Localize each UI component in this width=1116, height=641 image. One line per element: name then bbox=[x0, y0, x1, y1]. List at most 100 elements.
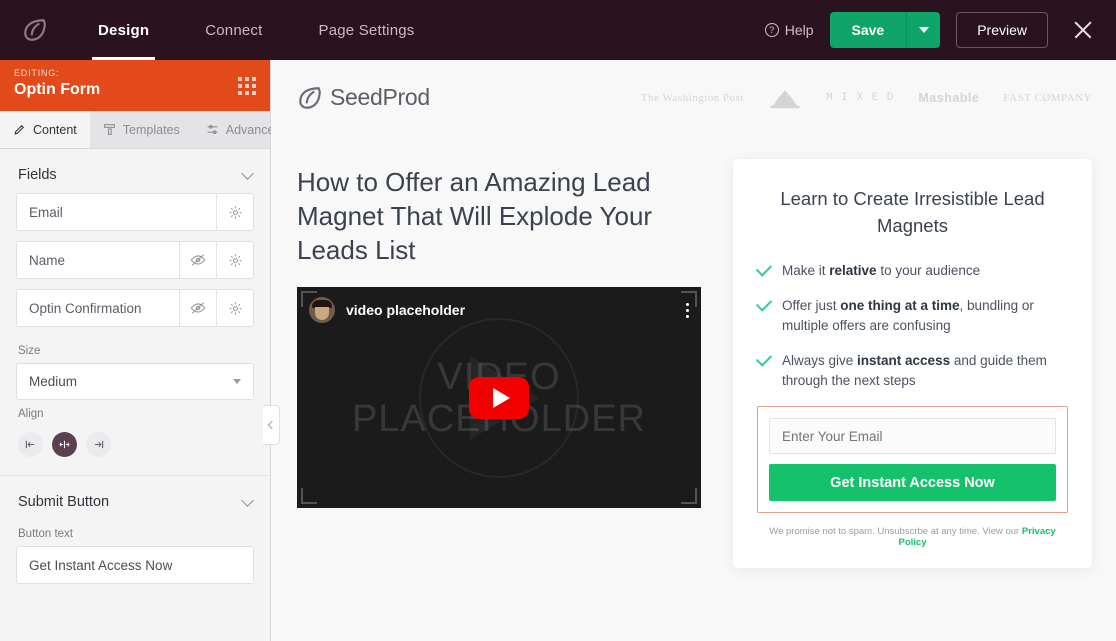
seedprod-leaf-icon bbox=[299, 86, 321, 109]
video-corner-marker bbox=[301, 291, 317, 307]
question-circle-icon: ? bbox=[764, 23, 779, 37]
submit-button-section-title: Submit Button bbox=[18, 494, 110, 510]
field-settings-button-email[interactable] bbox=[216, 194, 253, 230]
optin-title: Learn to Create Irresistible Lead Magnet… bbox=[780, 188, 1045, 236]
align-label: Align bbox=[18, 408, 44, 420]
check-icon bbox=[755, 295, 773, 312]
check-icon bbox=[755, 260, 773, 277]
video-title: video placeholder bbox=[346, 302, 466, 318]
pencil-icon bbox=[14, 124, 25, 135]
video-placeholder-embed[interactable]: VIDEO PLACEHOLDER video placeholder bbox=[297, 287, 701, 508]
get-instant-access-button[interactable]: Get Instant Access Now bbox=[769, 464, 1056, 501]
editor-sidebar: EDITING: Optin Form Content Templates Ad… bbox=[0, 60, 281, 641]
hero-title: How to Offer an Amazing Lead Magnet That… bbox=[297, 167, 653, 265]
align-left-button[interactable] bbox=[18, 432, 43, 457]
save-button[interactable]: Save bbox=[829, 12, 907, 48]
gear-icon bbox=[229, 206, 241, 218]
chevron-down-icon[interactable] bbox=[241, 493, 254, 507]
help-label: Help bbox=[784, 22, 814, 38]
benefit-item: Always give instant access and guide the… bbox=[755, 350, 1068, 391]
site-logo[interactable]: SeedProd bbox=[297, 84, 430, 111]
field-label-email: Email bbox=[29, 204, 63, 220]
gear-icon bbox=[229, 254, 241, 266]
press-logo-fast-company: FAST CØMPANY bbox=[1003, 91, 1092, 104]
page-preview-canvas: SeedProd The Washington Post M I X E D M… bbox=[271, 60, 1116, 641]
align-right-button[interactable] bbox=[86, 432, 111, 457]
size-select[interactable]: Medium bbox=[16, 363, 254, 400]
hero-section: How to Offer an Amazing Lead Magnet That… bbox=[271, 135, 1116, 568]
tab-connect-label: Connect bbox=[205, 21, 263, 39]
email-input[interactable] bbox=[769, 418, 1056, 454]
site-header: SeedProd The Washington Post M I X E D M… bbox=[271, 60, 1116, 135]
sidebar-tabs: Content Templates Advanced bbox=[0, 111, 281, 149]
tab-templates[interactable]: Templates bbox=[90, 111, 193, 148]
align-center-button[interactable] bbox=[52, 432, 77, 457]
optin-form-selected-block[interactable]: Get Instant Access Now bbox=[757, 406, 1068, 513]
optin-form-card[interactable]: Learn to Create Irresistible Lead Magnet… bbox=[733, 159, 1092, 568]
field-visibility-button-optin-confirmation[interactable] bbox=[179, 290, 216, 326]
video-corner-marker bbox=[301, 488, 317, 504]
field-settings-button-name[interactable] bbox=[216, 242, 253, 278]
top-navigation: Design Connect Page Settings bbox=[70, 0, 443, 60]
benefit-item: Make it relative to your audience bbox=[755, 260, 1068, 281]
sidebar-collapse-button[interactable] bbox=[263, 405, 280, 445]
field-label-name: Name bbox=[29, 252, 66, 268]
chevron-down-icon bbox=[233, 379, 241, 384]
youtube-play-icon[interactable] bbox=[469, 376, 529, 419]
eye-off-icon bbox=[190, 254, 206, 266]
check-icon bbox=[755, 350, 773, 367]
seedprod-leaf-icon[interactable] bbox=[0, 0, 70, 60]
sidebar-panel: Fields Email Name Optin Confirmation Siz… bbox=[0, 149, 270, 641]
top-toolbar-actions: ? Help Save Preview bbox=[764, 12, 1116, 48]
preview-button[interactable]: Preview bbox=[956, 12, 1048, 48]
align-left-icon bbox=[25, 440, 35, 449]
video-header-bar: video placeholder bbox=[309, 297, 689, 323]
field-settings-button-optin-confirmation[interactable] bbox=[216, 290, 253, 326]
benefit-text: Offer just one thing at a time, bundling… bbox=[782, 298, 1034, 333]
help-button[interactable]: ? Help bbox=[764, 22, 814, 38]
chevron-down-icon bbox=[918, 27, 929, 33]
field-row-email[interactable]: Email bbox=[16, 193, 254, 231]
size-select-value: Medium bbox=[29, 374, 78, 389]
video-corner-marker bbox=[681, 291, 697, 307]
press-badge-icon bbox=[770, 89, 800, 108]
save-dropdown-button[interactable] bbox=[906, 12, 941, 48]
sliders-icon bbox=[207, 124, 218, 135]
tab-design[interactable]: Design bbox=[70, 0, 177, 60]
align-right-icon bbox=[94, 440, 104, 449]
fields-section-title: Fields bbox=[18, 167, 57, 183]
benefit-item: Offer just one thing at a time, bundling… bbox=[755, 295, 1068, 336]
close-icon[interactable] bbox=[1068, 15, 1098, 45]
drag-grid-icon[interactable] bbox=[238, 77, 256, 95]
chevron-down-icon[interactable] bbox=[241, 166, 254, 180]
press-logo-mashable: Mashable bbox=[918, 90, 980, 105]
field-row-name[interactable]: Name bbox=[16, 241, 254, 279]
press-logo-mixed: M I X E D bbox=[825, 91, 895, 104]
size-label: Size bbox=[18, 345, 41, 357]
tab-page-settings[interactable]: Page Settings bbox=[291, 0, 443, 60]
gear-icon bbox=[229, 302, 241, 314]
template-icon bbox=[103, 124, 115, 135]
tab-design-label: Design bbox=[98, 21, 150, 39]
top-toolbar: Design Connect Page Settings ? Help Save… bbox=[0, 0, 1116, 60]
editing-header: EDITING: Optin Form bbox=[0, 60, 270, 111]
submit-button-section-header[interactable]: Submit Button bbox=[0, 476, 270, 520]
button-text-input[interactable] bbox=[16, 546, 254, 584]
benefit-text: Always give instant access and guide the… bbox=[782, 353, 1047, 388]
align-button-group bbox=[0, 426, 270, 457]
seedprod-leaf-icon bbox=[24, 19, 46, 41]
fields-section-header[interactable]: Fields bbox=[0, 149, 270, 193]
tab-content-label: Content bbox=[33, 122, 77, 137]
field-row-optin-confirmation[interactable]: Optin Confirmation bbox=[16, 289, 254, 327]
disclaimer-text: We promise not to spam. Unsubscrbe at an… bbox=[769, 526, 1022, 537]
tab-connect[interactable]: Connect bbox=[177, 0, 290, 60]
align-center-icon bbox=[59, 440, 70, 449]
editing-label: EDITING: bbox=[14, 68, 60, 78]
benefit-text: Make it relative to your audience bbox=[782, 263, 981, 278]
benefit-list: Make it relative to your audience Offer … bbox=[755, 260, 1068, 391]
editing-title: Optin Form bbox=[14, 81, 101, 98]
save-button-group: Save bbox=[829, 12, 941, 48]
tab-content[interactable]: Content bbox=[0, 111, 90, 148]
field-visibility-button-name[interactable] bbox=[179, 242, 216, 278]
chevron-left-icon bbox=[267, 420, 277, 430]
